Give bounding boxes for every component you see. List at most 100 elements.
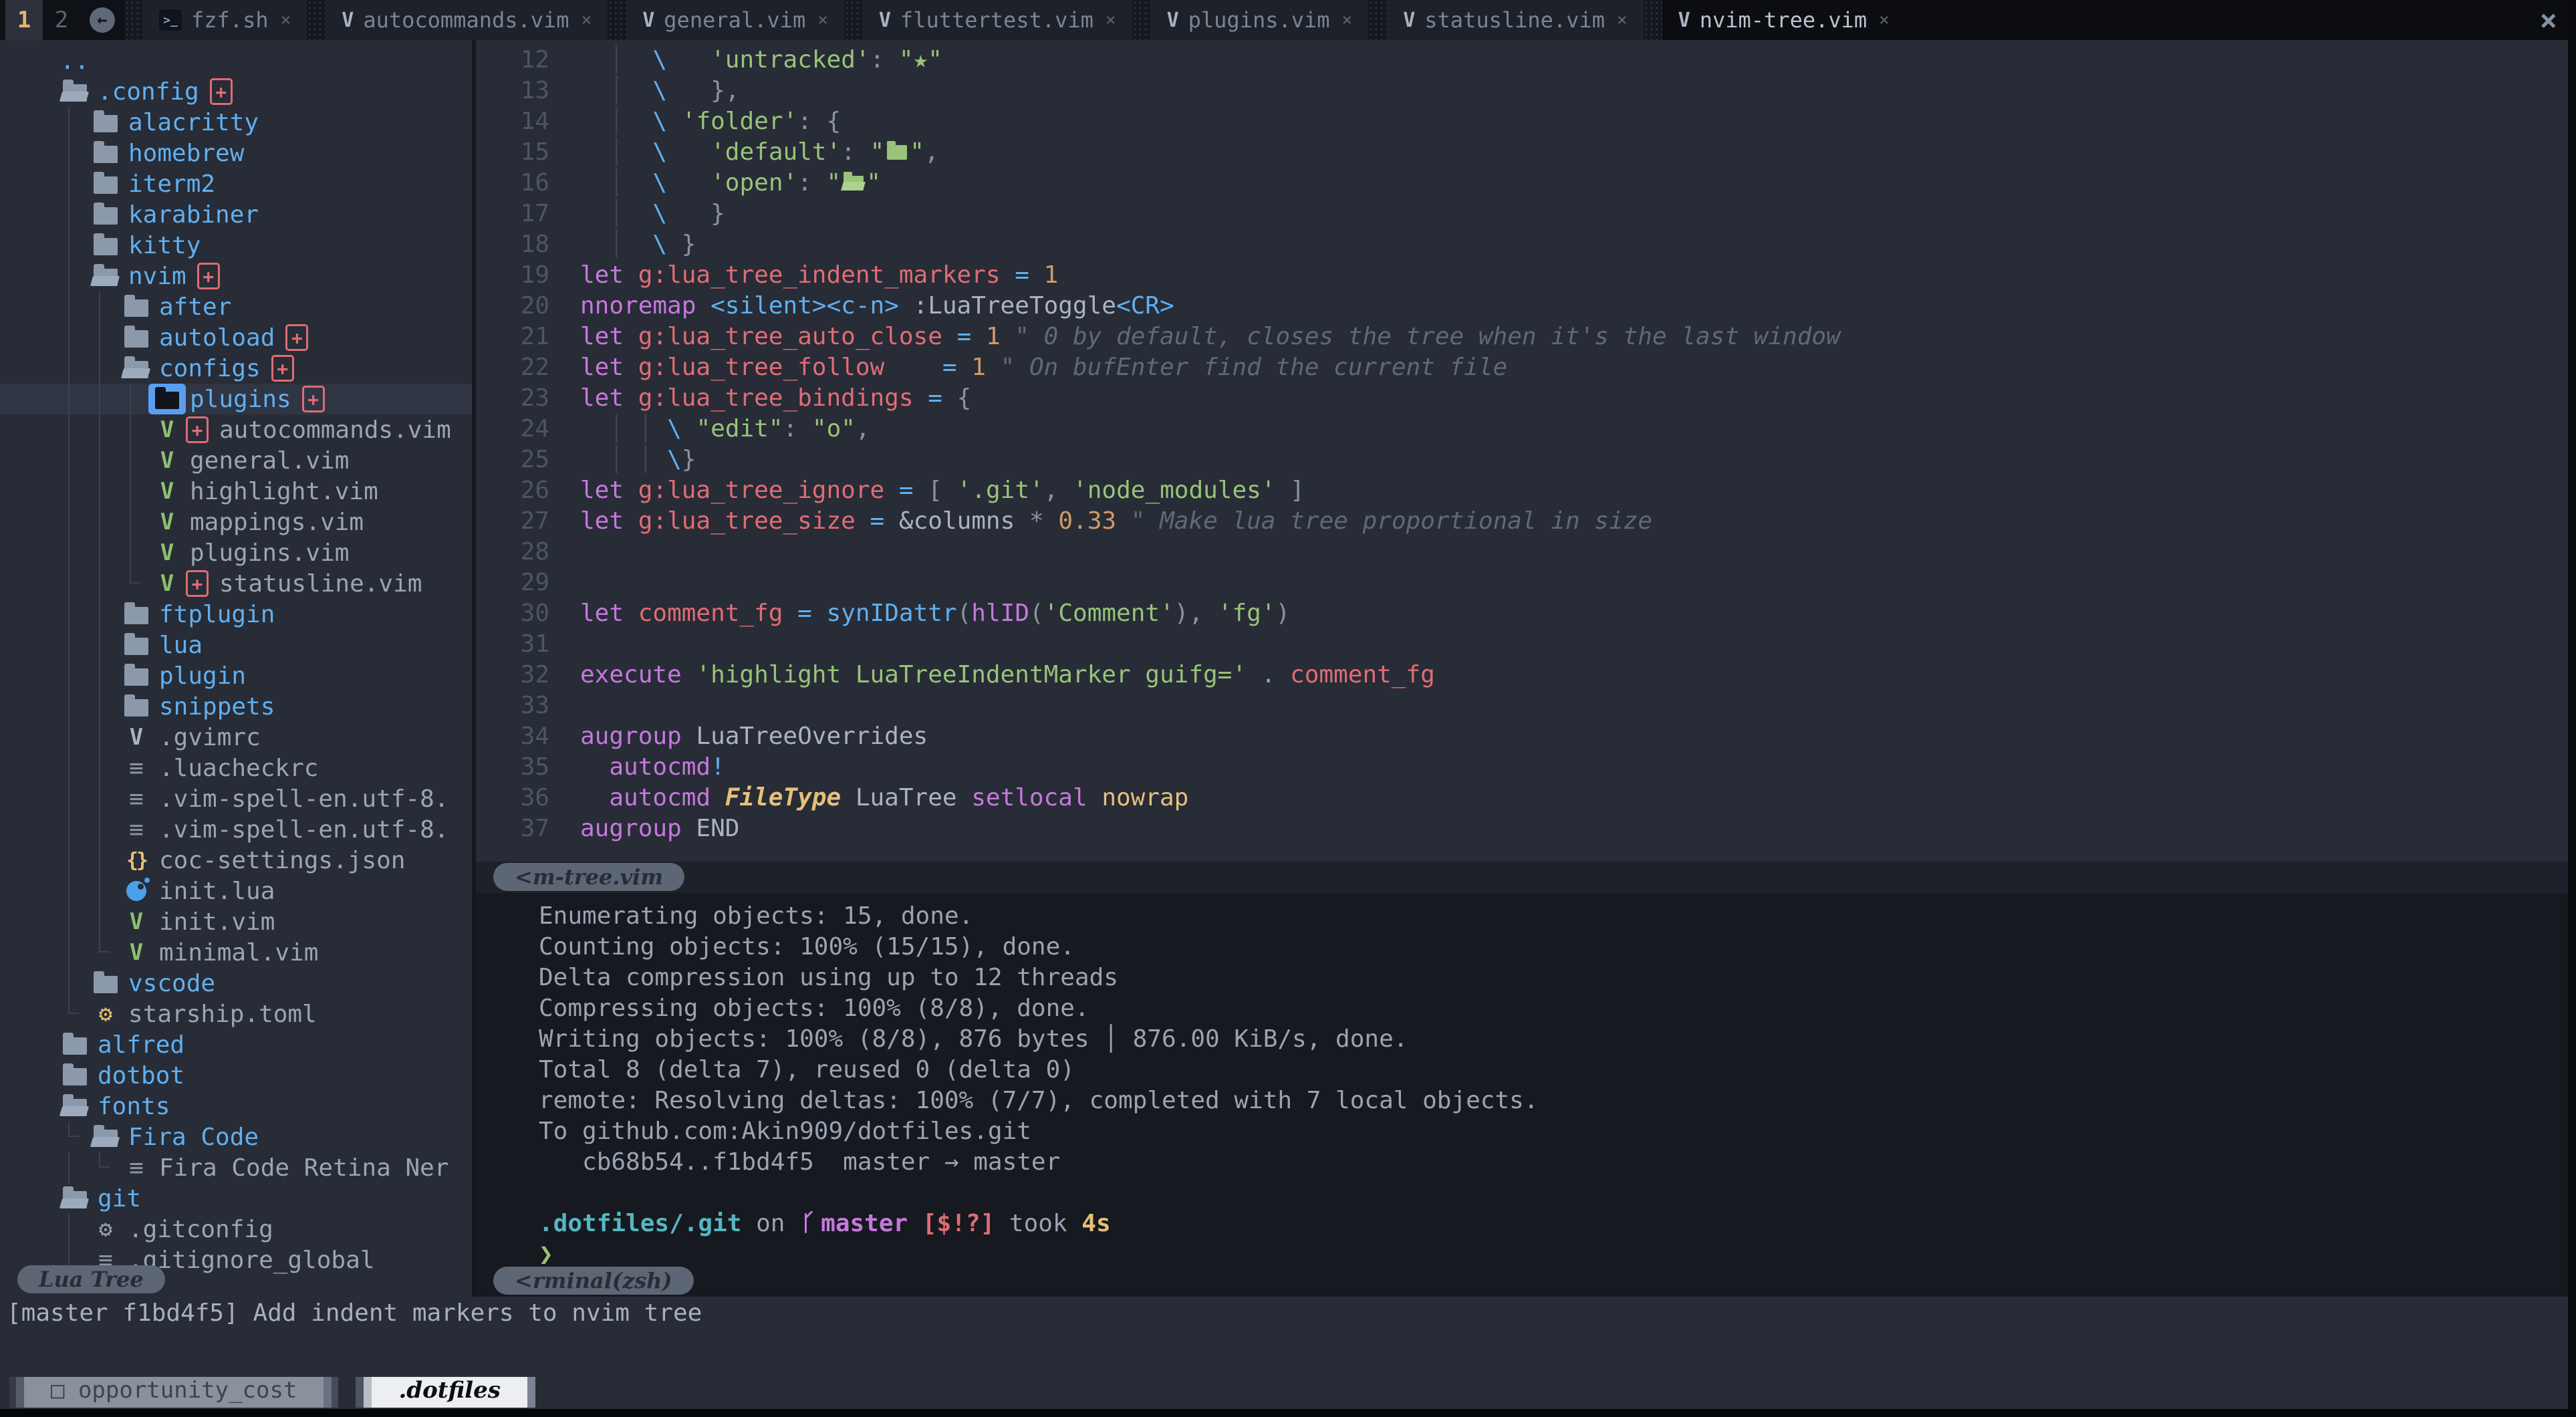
tree-item-after[interactable]: after bbox=[0, 291, 472, 322]
tree-item-kitty[interactable]: kitty bbox=[0, 230, 472, 261]
tree-item-.gvimrc[interactable]: V.gvimrc bbox=[0, 722, 472, 753]
tree-indent-guide bbox=[87, 507, 118, 537]
shell-prompt: ❯ bbox=[539, 1239, 2576, 1265]
tree-item-alfred[interactable]: alfred bbox=[0, 1029, 472, 1060]
tree-item-plugins.vim[interactable]: Vplugins.vim bbox=[0, 537, 472, 568]
tree-indent-guide bbox=[56, 937, 87, 968]
tree-item-Fira Code Retina Ner[interactable]: ≡Fira Code Retina Ner bbox=[0, 1152, 472, 1183]
tab-autocommands.vim[interactable]: Vautocommands.vim× bbox=[326, 0, 608, 40]
folder-icon bbox=[87, 138, 124, 168]
tab-close-icon[interactable]: × bbox=[1342, 10, 1353, 30]
tree-item-karabiner[interactable]: karabiner bbox=[0, 199, 472, 230]
tree-indent-guide bbox=[87, 845, 118, 876]
tree-item-.luacheckrc[interactable]: ≡ .luacheckrc bbox=[0, 753, 472, 783]
tree-item-highlight.vim[interactable]: Vhighlight.vim bbox=[0, 476, 472, 507]
tmux-window-opportunity_cost[interactable]: □ opportunity_cost bbox=[9, 1377, 338, 1408]
folder-open-icon bbox=[56, 1183, 94, 1214]
code-line: 31 bbox=[476, 628, 2576, 659]
tree-item-label: .gvimrc bbox=[159, 724, 261, 751]
tab-close-icon[interactable]: × bbox=[1106, 10, 1116, 30]
tree-item-Fira Code[interactable]: Fira Code bbox=[0, 1122, 472, 1152]
tree-item-plugins[interactable]: plugins+ bbox=[0, 384, 472, 414]
tree-item-.gitconfig[interactable]: ⚙.gitconfig bbox=[0, 1214, 472, 1245]
tab-statusline.vim[interactable]: Vstatusline.vim× bbox=[1387, 0, 1643, 40]
file-lines-icon-glyph: ≡ bbox=[129, 755, 144, 782]
tree-indent-guide bbox=[56, 107, 87, 138]
buffer-tab-1[interactable]: 1 bbox=[5, 0, 43, 40]
folder-icon-glyph bbox=[94, 176, 118, 194]
tree-item-fonts[interactable]: fonts bbox=[0, 1091, 472, 1122]
tree-indent-guide bbox=[56, 691, 87, 722]
buffer-tab-2[interactable]: 2 bbox=[43, 0, 80, 40]
nav-back-button[interactable]: ← bbox=[80, 0, 124, 40]
tree-item-init.vim[interactable]: Vinit.vim bbox=[0, 906, 472, 937]
tab-label: nvim-tree.vim bbox=[1700, 7, 1867, 33]
tree-indent-guide bbox=[56, 537, 87, 568]
folder-icon-glyph bbox=[124, 607, 148, 624]
line-number: 12 bbox=[503, 46, 580, 74]
code-line: 32execute 'highlight LuaTreeIndentMarker… bbox=[476, 659, 2576, 690]
tree-item-statusline.vim[interactable]: V+statusline.vim bbox=[0, 568, 472, 599]
tree-item-.config[interactable]: .config+ bbox=[0, 76, 472, 107]
tree-item-nvim[interactable]: nvim+ bbox=[0, 261, 472, 291]
tab-plugins.vim[interactable]: Vplugins.vim× bbox=[1151, 0, 1369, 40]
tab-nvim-tree.vim[interactable]: Vnvim-tree.vim× bbox=[1662, 0, 1906, 40]
tree-item-plugin[interactable]: plugin bbox=[0, 660, 472, 691]
code-line: 29 bbox=[476, 567, 2576, 598]
code-line: 14 │ \ 'folder': { bbox=[476, 106, 2576, 136]
code-line: 35 autocmd! bbox=[476, 751, 2576, 782]
tab-close-icon[interactable]: × bbox=[817, 10, 828, 30]
tree-item-ftplugin[interactable]: ftplugin bbox=[0, 599, 472, 630]
tree-item-lua[interactable]: lua bbox=[0, 630, 472, 660]
tree-item-coc-settings.json[interactable]: {}coc-settings.json bbox=[0, 845, 472, 876]
tree-item-configs[interactable]: configs+ bbox=[0, 353, 472, 384]
tree-item-snippets[interactable]: snippets bbox=[0, 691, 472, 722]
terminal-line: Compressing objects: 100% (8/8), done. bbox=[539, 993, 2576, 1024]
tree-item-iterm2[interactable]: iterm2 bbox=[0, 168, 472, 199]
tree-item-label: alacritty bbox=[128, 109, 259, 136]
terminal-pane[interactable]: Enumerating objects: 15, done.Counting o… bbox=[476, 893, 2576, 1265]
tree-indent-guide bbox=[56, 168, 87, 199]
buffer-list: 12 bbox=[5, 0, 80, 40]
tab-fzf.sh[interactable]: >_fzf.sh× bbox=[143, 0, 307, 40]
tree-item-.vim-spell-en.utf-8.[interactable]: ≡.vim-spell-en.utf-8. bbox=[0, 783, 472, 814]
tree-item-label: alfred bbox=[98, 1031, 184, 1059]
tree-item-minimal.vim[interactable]: Vminimal.vim bbox=[0, 937, 472, 968]
tree-item-mappings.vim[interactable]: Vmappings.vim bbox=[0, 507, 472, 537]
tree-item-autoload[interactable]: autoload+ bbox=[0, 322, 472, 353]
tree-item-vscode[interactable]: vscode bbox=[0, 968, 472, 999]
tab-close-icon[interactable]: × bbox=[1879, 10, 1890, 30]
tree-indent-guide bbox=[87, 937, 118, 968]
tree-item-label: .luacheckrc bbox=[159, 755, 318, 782]
tree-indent-guide bbox=[87, 568, 118, 599]
tab-general.vim[interactable]: Vgeneral.vim× bbox=[626, 0, 844, 40]
tree-item-dotbot[interactable]: dotbot bbox=[0, 1060, 472, 1091]
tree-item-label: init.vim bbox=[159, 908, 275, 936]
folder-open-icon bbox=[87, 1122, 124, 1152]
tree-item-starship.toml[interactable]: ⚙starship.toml bbox=[0, 999, 472, 1029]
tmux-window-.dotfiles[interactable]: .dotfiles bbox=[356, 1377, 535, 1408]
tree-item-label: nvim bbox=[128, 263, 186, 290]
editor[interactable]: 12 │ \ 'untracked': "★"13 │ \ },14 │ \ '… bbox=[476, 40, 2576, 862]
file-tree-panel[interactable]: ...config+alacrittyhomebrewiterm2karabin… bbox=[0, 40, 472, 1297]
tab-close-icon[interactable]: × bbox=[281, 10, 291, 30]
vim-file-icon-glyph: V bbox=[160, 416, 174, 443]
tree-item-.vim-spell-en.utf-8.[interactable]: ≡.vim-spell-en.utf-8. bbox=[0, 814, 472, 845]
tab-fluttertest.vim[interactable]: Vfluttertest.vim× bbox=[863, 0, 1132, 40]
tree-item-..[interactable]: .. bbox=[0, 45, 472, 76]
tree-item-init.lua[interactable]: init.lua bbox=[0, 876, 472, 906]
tmux-window-list: □ opportunity_cost .dotfiles bbox=[9, 1377, 535, 1408]
tmux-status-bar: □ opportunity_cost .dotfiles bbox=[0, 1330, 2576, 1417]
tree-indent-guide bbox=[87, 1152, 118, 1183]
line-number: 36 bbox=[503, 784, 580, 811]
tree-item-general.vim[interactable]: Vgeneral.vim bbox=[0, 445, 472, 476]
tab-close-icon[interactable]: × bbox=[582, 10, 592, 30]
tree-item-homebrew[interactable]: homebrew bbox=[0, 138, 472, 168]
tree-item-autocommands.vim[interactable]: V+autocommands.vim bbox=[0, 414, 472, 445]
tree-indent-guide bbox=[56, 414, 87, 445]
tab-close-icon[interactable]: × bbox=[1617, 10, 1628, 30]
tree-indent-guide bbox=[56, 507, 87, 537]
tree-item-git[interactable]: git bbox=[0, 1183, 472, 1214]
tree-item-alacritty[interactable]: alacritty bbox=[0, 107, 472, 138]
folder-open-glyph bbox=[844, 176, 864, 190]
